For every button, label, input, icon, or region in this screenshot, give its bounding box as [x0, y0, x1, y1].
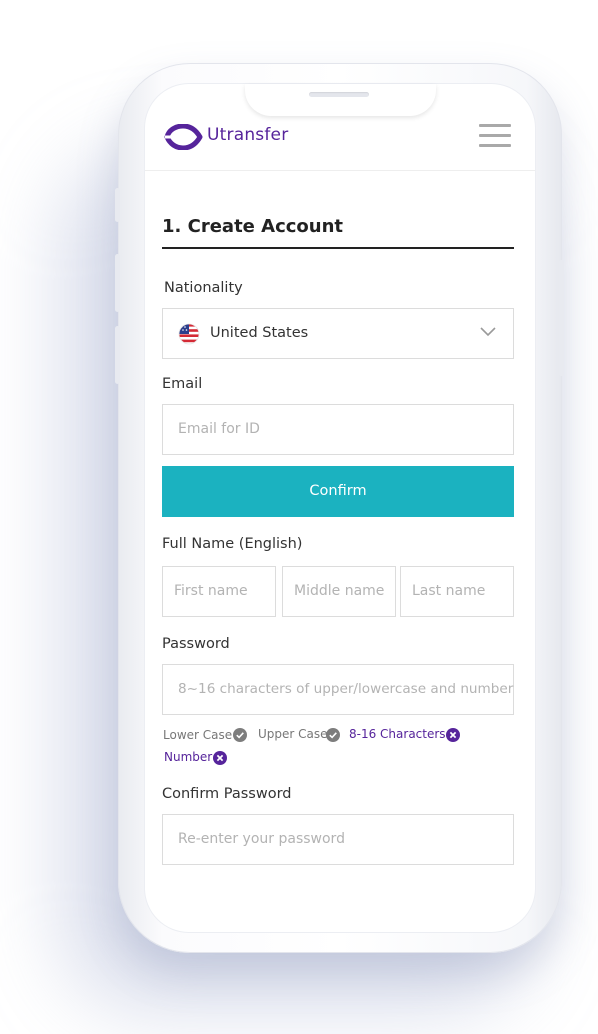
- phone-side-button-volume-up: [115, 254, 120, 312]
- first-name-field[interactable]: First name: [162, 566, 276, 617]
- phone-side-button-volume-down: [115, 326, 120, 384]
- phone-speaker: [309, 92, 369, 97]
- email-label: Email: [162, 376, 203, 392]
- chevron-down-icon[interactable]: [480, 326, 496, 338]
- full-name-label: Full Name (English): [162, 536, 303, 552]
- password-placeholder: 8~16 characters of upper/lowercase and n…: [178, 681, 514, 697]
- phone-side-button-mute: [115, 188, 120, 222]
- last-name-placeholder: Last name: [412, 583, 486, 599]
- middle-name-placeholder: Middle name: [294, 583, 385, 599]
- last-name-field[interactable]: Last name: [400, 566, 514, 617]
- phone-notch: [245, 84, 436, 116]
- confirm-password-placeholder: Re-enter your password: [178, 831, 345, 847]
- hamburger-menu-icon[interactable]: [479, 124, 511, 147]
- email-placeholder: Email for ID: [178, 421, 260, 437]
- confirm-email-button[interactable]: Confirm: [162, 466, 514, 517]
- rule-lower-case: Lower Case: [163, 728, 233, 742]
- page-title: 1. Create Account: [162, 216, 344, 237]
- first-name-placeholder: First name: [174, 583, 248, 599]
- title-underline: [162, 247, 514, 249]
- password-label: Password: [162, 636, 230, 652]
- x-circle-icon: [213, 751, 227, 765]
- password-field[interactable]: 8~16 characters of upper/lowercase and n…: [162, 664, 514, 715]
- nationality-label: Nationality: [164, 280, 243, 296]
- x-circle-icon: [446, 728, 460, 742]
- device-mockup: Utransfer 1. Create Account Nationality: [0, 0, 598, 1034]
- nationality-value: United States: [210, 325, 309, 341]
- rule-number: Number: [164, 750, 213, 764]
- rule-length: 8-16 Characters: [349, 727, 446, 741]
- brand-name: Utransfer: [207, 125, 289, 145]
- check-circle-icon: [233, 728, 247, 742]
- phone-side-button-power: [559, 260, 564, 376]
- nationality-select[interactable]: United States: [162, 308, 514, 359]
- check-circle-icon: [326, 728, 340, 742]
- email-field[interactable]: Email for ID: [162, 404, 514, 455]
- us-flag-icon: [178, 323, 200, 345]
- utransfer-logo-icon[interactable]: [163, 124, 203, 150]
- confirm-password-field[interactable]: Re-enter your password: [162, 814, 514, 865]
- middle-name-field[interactable]: Middle name: [282, 566, 396, 617]
- app-header: Utransfer: [145, 114, 535, 171]
- rule-upper-case: Upper Case: [258, 727, 328, 741]
- confirm-password-label: Confirm Password: [162, 786, 292, 802]
